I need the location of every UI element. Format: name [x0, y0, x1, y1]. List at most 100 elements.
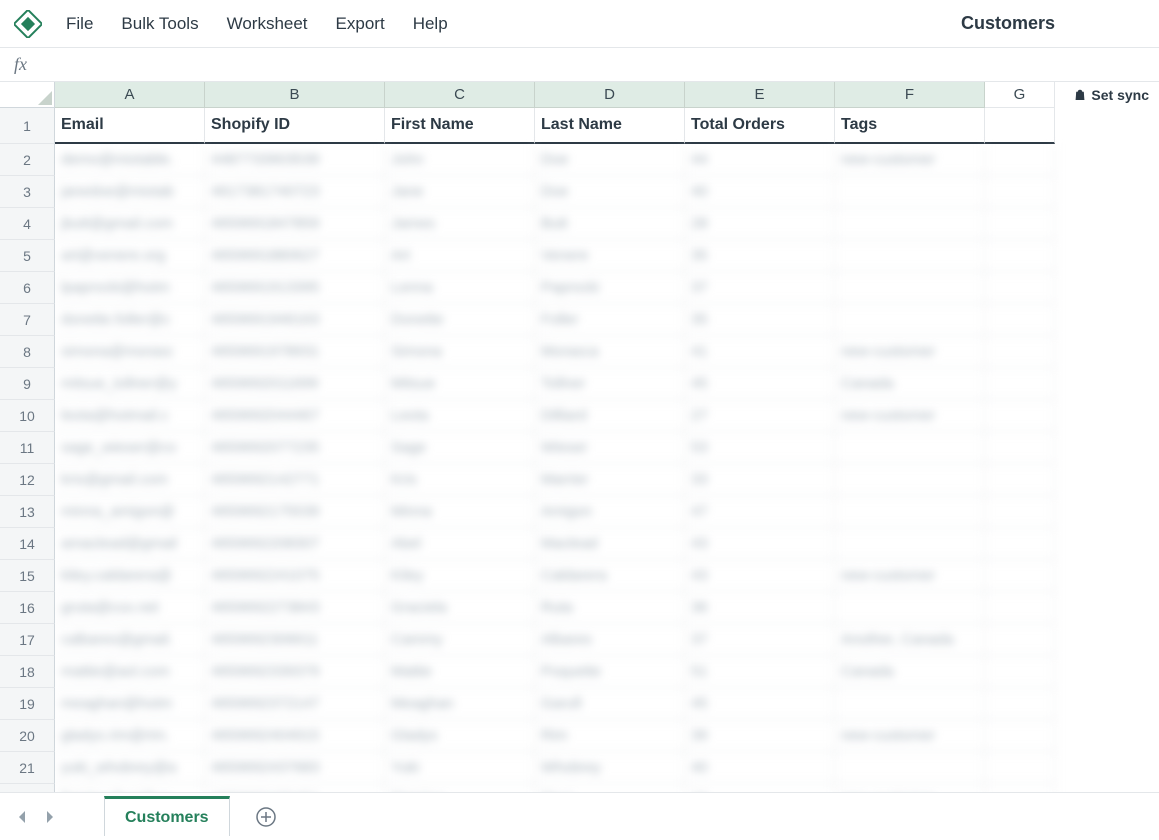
cell[interactable]: 4659692404915 — [205, 720, 385, 752]
cell[interactable]: Jane — [385, 176, 535, 208]
cell[interactable]: art@venere.org — [55, 240, 205, 272]
table-row[interactable]: fletcher.flosi@ya4659692470451FletcherFl… — [55, 784, 1055, 792]
cell[interactable]: 4659692044467 — [205, 400, 385, 432]
row-header-10[interactable]: 10 — [0, 400, 55, 432]
menu-export[interactable]: Export — [336, 14, 385, 34]
table-row[interactable]: lpaprocki@hotm4659691913395LennaPaprocki… — [55, 272, 1055, 304]
row-header-20[interactable]: 20 — [0, 720, 55, 752]
cell[interactable]: Mitsue — [385, 368, 535, 400]
cell[interactable] — [985, 528, 1055, 560]
row-header-11[interactable]: 11 — [0, 432, 55, 464]
column-header-D[interactable]: D — [535, 82, 685, 108]
cell[interactable]: 37 — [685, 624, 835, 656]
cell[interactable]: 27 — [685, 400, 835, 432]
cell[interactable]: mitsue_tollner@y — [55, 368, 205, 400]
cell[interactable]: 4487733903539 — [205, 144, 385, 176]
cell[interactable]: kris@gmail.com — [55, 464, 205, 496]
cell[interactable] — [835, 176, 985, 208]
menu-help[interactable]: Help — [413, 14, 448, 34]
cell[interactable]: 4659692011699 — [205, 368, 385, 400]
row-header-15[interactable]: 15 — [0, 560, 55, 592]
cell[interactable]: Amigon — [535, 496, 685, 528]
table-row[interactable]: gruta@cox.net4659692273843GracielaRuta36 — [55, 592, 1055, 624]
row-header-1[interactable]: 1 — [0, 108, 55, 144]
cell[interactable]: new-customer — [835, 784, 985, 792]
cell[interactable]: kiley.caldarera@ — [55, 560, 205, 592]
row-header-9[interactable]: 9 — [0, 368, 55, 400]
row-header-5[interactable]: 5 — [0, 240, 55, 272]
cell[interactable]: 4659692372147 — [205, 688, 385, 720]
cell[interactable] — [835, 208, 985, 240]
cell[interactable] — [985, 240, 1055, 272]
cell[interactable]: Ruta — [535, 592, 685, 624]
cell[interactable]: 4659692339379 — [205, 656, 385, 688]
cell[interactable]: Flosi — [535, 784, 685, 792]
cell[interactable] — [835, 272, 985, 304]
cell[interactable]: 35 — [685, 240, 835, 272]
row-header-16[interactable]: 16 — [0, 592, 55, 624]
cell[interactable] — [985, 752, 1055, 784]
cell[interactable]: Abel — [385, 528, 535, 560]
cell[interactable] — [985, 432, 1055, 464]
header-cell[interactable] — [985, 108, 1055, 144]
cell[interactable]: 4659692142771 — [205, 464, 385, 496]
cell[interactable]: Butt — [535, 208, 685, 240]
cell[interactable]: James — [385, 208, 535, 240]
cell[interactable]: donette.foller@c — [55, 304, 205, 336]
cell[interactable] — [985, 688, 1055, 720]
row-header-8[interactable]: 8 — [0, 336, 55, 368]
row-header-19[interactable]: 19 — [0, 688, 55, 720]
cell[interactable]: 39 — [685, 720, 835, 752]
menu-worksheet[interactable]: Worksheet — [227, 14, 308, 34]
row-header-17[interactable]: 17 — [0, 624, 55, 656]
cell[interactable]: 40 — [685, 752, 835, 784]
cell[interactable]: new-customer — [835, 720, 985, 752]
cell[interactable]: 4659692241075 — [205, 560, 385, 592]
cell[interactable] — [835, 240, 985, 272]
cell[interactable]: 4659692470451 — [205, 784, 385, 792]
table-row[interactable]: leota@hotmail.c4659692044467LeotaDilliar… — [55, 400, 1055, 432]
table-row[interactable]: kris@gmail.com4659692142771KrisMarrier33 — [55, 464, 1055, 496]
cell[interactable]: janedoe@mixtab — [55, 176, 205, 208]
cell[interactable]: Rim — [535, 720, 685, 752]
cell[interactable] — [985, 496, 1055, 528]
cell[interactable]: Maclead — [535, 528, 685, 560]
table-row[interactable]: mattie@aol.com4659692339379MattiePoquett… — [55, 656, 1055, 688]
cell[interactable] — [985, 336, 1055, 368]
table-row[interactable]: meaghan@hotm4659692372147MeaghanGarufi45 — [55, 688, 1055, 720]
cell[interactable]: 43 — [685, 560, 835, 592]
cell[interactable] — [985, 656, 1055, 688]
cell[interactable]: 4659692437683 — [205, 752, 385, 784]
cell[interactable]: Whobrey — [535, 752, 685, 784]
cell[interactable]: simona@morasc — [55, 336, 205, 368]
cell[interactable]: 4659691847859 — [205, 208, 385, 240]
cell[interactable]: Yuki — [385, 752, 535, 784]
cell[interactable]: 4659691946163 — [205, 304, 385, 336]
cell[interactable]: 4659691978931 — [205, 336, 385, 368]
cell[interactable] — [985, 368, 1055, 400]
table-row[interactable]: amaclead@gmail4659692208307AbelMaclead43 — [55, 528, 1055, 560]
cell[interactable]: Meaghan — [385, 688, 535, 720]
row-header-21[interactable]: 21 — [0, 752, 55, 784]
cell[interactable]: 4659692208307 — [205, 528, 385, 560]
cell[interactable]: 33 — [685, 464, 835, 496]
cell[interactable]: 40 — [685, 176, 835, 208]
cell[interactable]: fletcher.flosi@ya — [55, 784, 205, 792]
cell[interactable]: 37 — [685, 272, 835, 304]
cell[interactable]: 4659692077235 — [205, 432, 385, 464]
cell[interactable]: minna_amigon@ — [55, 496, 205, 528]
table-row[interactable]: gladys.rim@rim.4659692404915GladysRim39n… — [55, 720, 1055, 752]
cell[interactable]: yuki_whobrey@a — [55, 752, 205, 784]
column-header-B[interactable]: B — [205, 82, 385, 108]
row-header-7[interactable]: 7 — [0, 304, 55, 336]
table-row[interactable]: jbutt@gmail.com4659691847859JamesButt28 — [55, 208, 1055, 240]
cell[interactable]: 4659692273843 — [205, 592, 385, 624]
cell[interactable]: Graciela — [385, 592, 535, 624]
cell[interactable]: 4659692306611 — [205, 624, 385, 656]
cell[interactable]: Kiley — [385, 560, 535, 592]
cell[interactable]: Marrier — [535, 464, 685, 496]
cell[interactable]: Doe — [535, 144, 685, 176]
header-cell[interactable]: Last Name — [535, 108, 685, 144]
column-header-E[interactable]: E — [685, 82, 835, 108]
cell[interactable]: new-customer — [835, 400, 985, 432]
